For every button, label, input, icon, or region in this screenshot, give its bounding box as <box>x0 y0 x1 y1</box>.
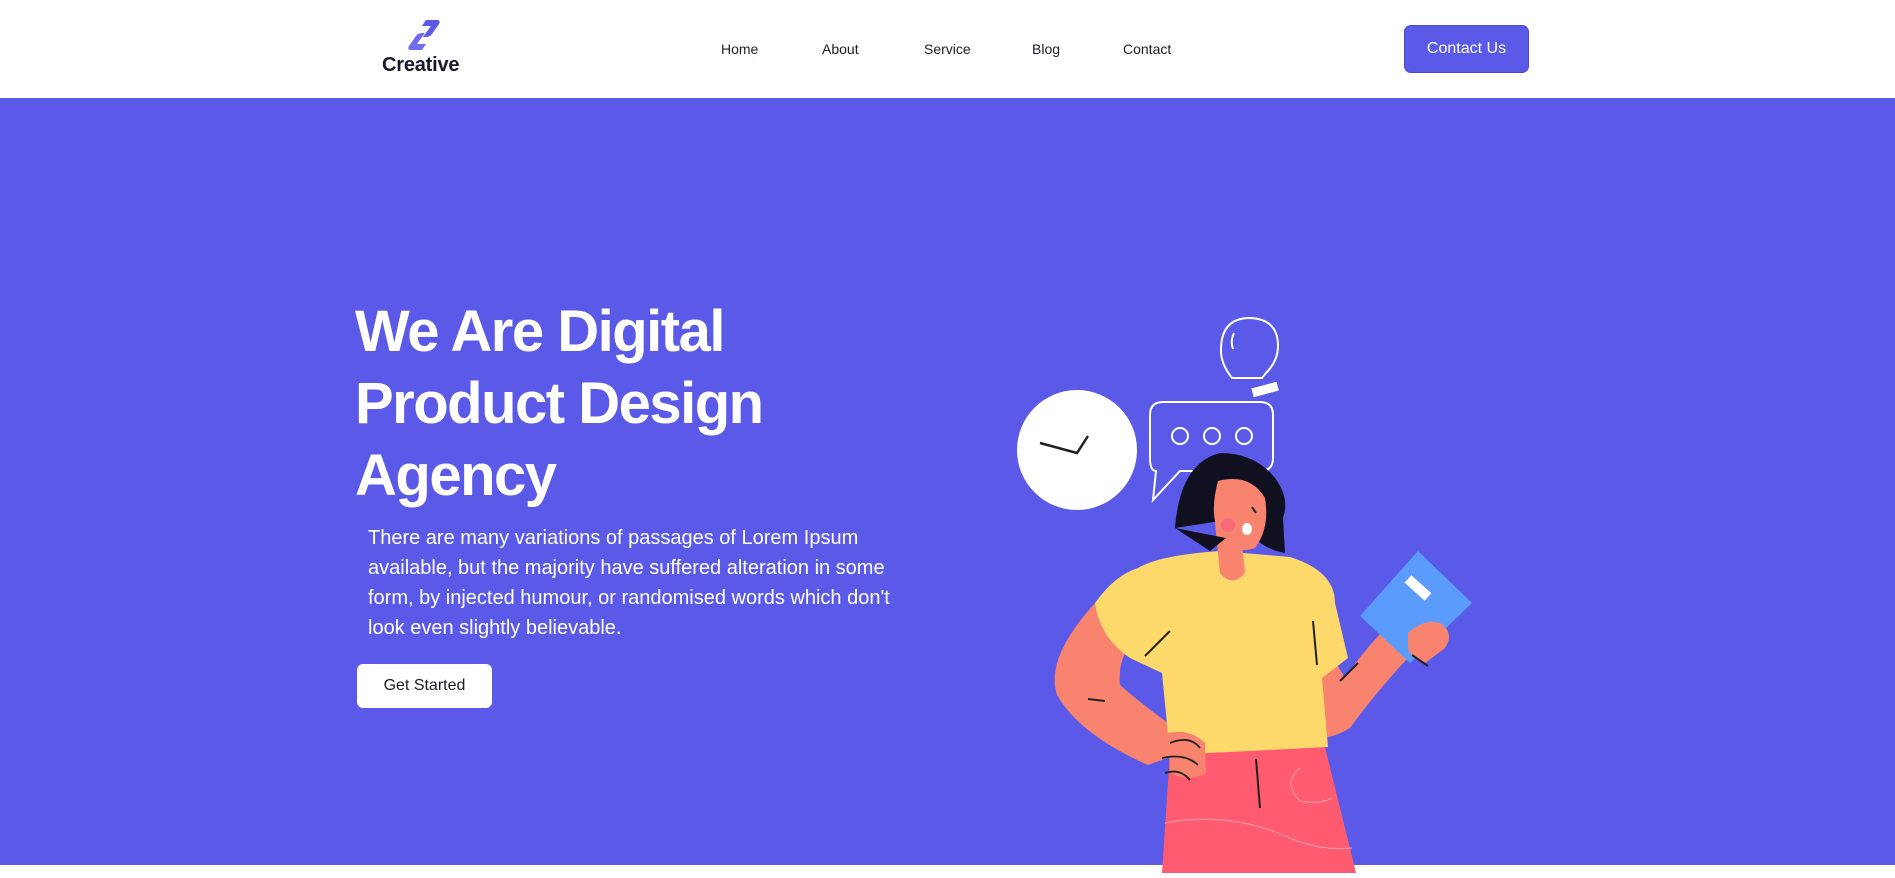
hero-title: We Are Digital Product Design Agency <box>355 299 764 508</box>
nav-about-link[interactable]: About <box>822 36 859 62</box>
nav-contact-link[interactable]: Contact <box>1123 36 1171 62</box>
site-header: Creative Home About Service Blog Contact… <box>0 0 1895 98</box>
hero-illustration <box>1017 316 1472 873</box>
logo-mark-icon <box>408 20 440 50</box>
logo[interactable]: Creative <box>382 16 462 76</box>
nav-home-link[interactable]: Home <box>721 36 758 62</box>
get-started-button[interactable]: Get Started <box>357 664 492 708</box>
clock-icon <box>1017 390 1137 510</box>
lightbulb-icon <box>1219 316 1280 379</box>
hero-section: We Are Digital Product Design Agency The… <box>0 98 1895 873</box>
lightbulb-base <box>1251 381 1279 398</box>
nav-blog-link[interactable]: Blog <box>1032 36 1060 62</box>
contact-us-button[interactable]: Contact Us <box>1404 25 1529 73</box>
logo-text: Creative <box>382 54 460 76</box>
hero-description: There are many variations of passages of… <box>368 527 890 639</box>
nav-service-link[interactable]: Service <box>924 36 971 62</box>
